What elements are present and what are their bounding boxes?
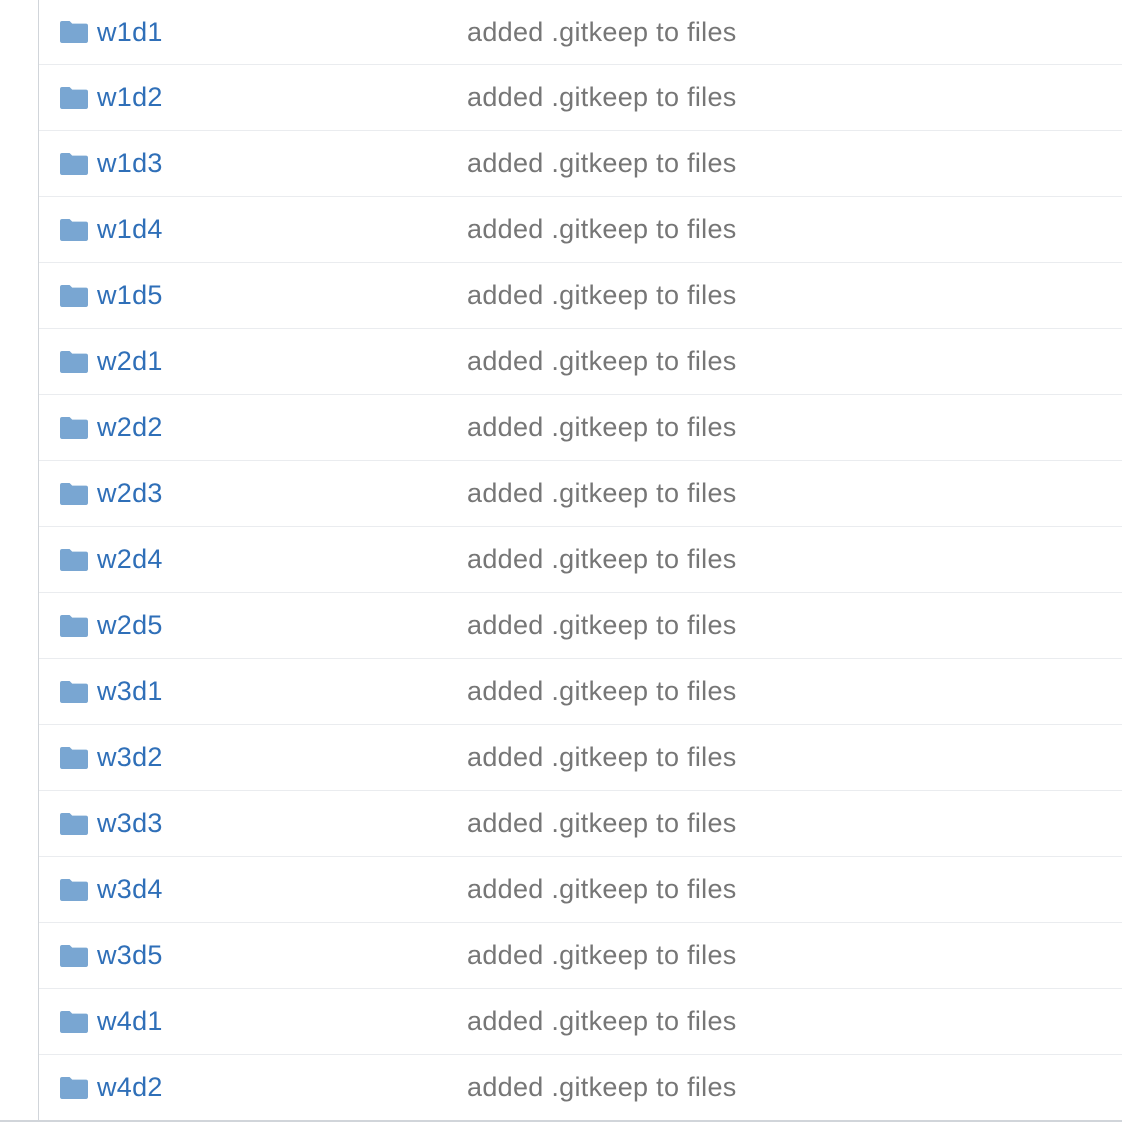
commit-message-link[interactable]: added .gitkeep to files <box>467 412 737 443</box>
folder-name-link[interactable]: w2d3 <box>97 478 163 509</box>
commit-message-link[interactable]: added .gitkeep to files <box>467 742 737 773</box>
folder-name-link[interactable]: w1d1 <box>97 17 163 48</box>
folder-name-link[interactable]: w1d4 <box>97 214 163 245</box>
folder-icon <box>60 482 88 505</box>
table-row[interactable]: w3d4 added .gitkeep to files <box>39 857 1122 923</box>
folder-icon <box>60 284 88 307</box>
table-row[interactable]: w2d1 added .gitkeep to files <box>39 329 1122 395</box>
folder-icon <box>60 350 88 373</box>
folder-icon <box>60 812 88 835</box>
table-row[interactable]: w3d1 added .gitkeep to files <box>39 659 1122 725</box>
folder-name-link[interactable]: w3d3 <box>97 808 163 839</box>
commit-message-link[interactable]: added .gitkeep to files <box>467 148 737 179</box>
table-row[interactable]: w2d4 added .gitkeep to files <box>39 527 1122 593</box>
folder-icon <box>60 152 88 175</box>
folder-name-link[interactable]: w3d1 <box>97 676 163 707</box>
table-row[interactable]: w2d2 added .gitkeep to files <box>39 395 1122 461</box>
table-row[interactable]: w2d5 added .gitkeep to files <box>39 593 1122 659</box>
folder-name-link[interactable]: w1d2 <box>97 82 163 113</box>
folder-icon <box>60 878 88 901</box>
folder-icon <box>60 614 88 637</box>
folder-name-link[interactable]: w2d1 <box>97 346 163 377</box>
folder-icon <box>60 944 88 967</box>
commit-message-link[interactable]: added .gitkeep to files <box>467 17 737 48</box>
commit-message-link[interactable]: added .gitkeep to files <box>467 214 737 245</box>
commit-message-link[interactable]: added .gitkeep to files <box>467 874 737 905</box>
table-row[interactable]: w3d5 added .gitkeep to files <box>39 923 1122 989</box>
commit-message-link[interactable]: added .gitkeep to files <box>467 280 737 311</box>
folder-name-link[interactable]: w3d5 <box>97 940 163 971</box>
table-row[interactable]: w1d2 added .gitkeep to files <box>39 65 1122 131</box>
folder-icon <box>60 1076 88 1099</box>
commit-message-link[interactable]: added .gitkeep to files <box>467 676 737 707</box>
commit-message-link[interactable]: added .gitkeep to files <box>467 346 737 377</box>
folder-name-link[interactable]: w3d4 <box>97 874 163 905</box>
folder-name-link[interactable]: w4d2 <box>97 1072 163 1103</box>
folder-name-link[interactable]: w2d5 <box>97 610 163 641</box>
folder-name-link[interactable]: w2d4 <box>97 544 163 575</box>
table-row[interactable]: w2d3 added .gitkeep to files <box>39 461 1122 527</box>
commit-message-link[interactable]: added .gitkeep to files <box>467 82 737 113</box>
table-row[interactable]: w1d4 added .gitkeep to files <box>39 197 1122 263</box>
folder-name-link[interactable]: w1d5 <box>97 280 163 311</box>
file-table: w1d1 added .gitkeep to files w1d2 added … <box>39 0 1122 1120</box>
commit-message-link[interactable]: added .gitkeep to files <box>467 478 737 509</box>
commit-message-link[interactable]: added .gitkeep to files <box>467 940 737 971</box>
folder-name-link[interactable]: w2d2 <box>97 412 163 443</box>
folder-icon <box>60 21 88 43</box>
table-row[interactable]: w4d2 added .gitkeep to files <box>39 1055 1122 1120</box>
table-row[interactable]: w3d3 added .gitkeep to files <box>39 791 1122 857</box>
table-row[interactable]: w1d5 added .gitkeep to files <box>39 263 1122 329</box>
folder-name-link[interactable]: w1d3 <box>97 148 163 179</box>
folder-icon <box>60 1010 88 1033</box>
table-row[interactable]: w3d2 added .gitkeep to files <box>39 725 1122 791</box>
folder-icon <box>60 680 88 703</box>
folder-name-link[interactable]: w4d1 <box>97 1006 163 1037</box>
table-row[interactable]: w4d1 added .gitkeep to files <box>39 989 1122 1055</box>
folder-icon <box>60 416 88 439</box>
commit-message-link[interactable]: added .gitkeep to files <box>467 1006 737 1037</box>
commit-message-link[interactable]: added .gitkeep to files <box>467 544 737 575</box>
folder-icon <box>60 218 88 241</box>
table-row[interactable]: w1d3 added .gitkeep to files <box>39 131 1122 197</box>
table-row[interactable]: w1d1 added .gitkeep to files <box>39 0 1122 65</box>
repository-file-list-page: w1d1 added .gitkeep to files w1d2 added … <box>0 0 1122 1122</box>
commit-message-link[interactable]: added .gitkeep to files <box>467 808 737 839</box>
folder-name-link[interactable]: w3d2 <box>97 742 163 773</box>
commit-message-link[interactable]: added .gitkeep to files <box>467 610 737 641</box>
folder-icon <box>60 548 88 571</box>
commit-message-link[interactable]: added .gitkeep to files <box>467 1072 737 1103</box>
folder-icon <box>60 86 88 109</box>
folder-icon <box>60 746 88 769</box>
